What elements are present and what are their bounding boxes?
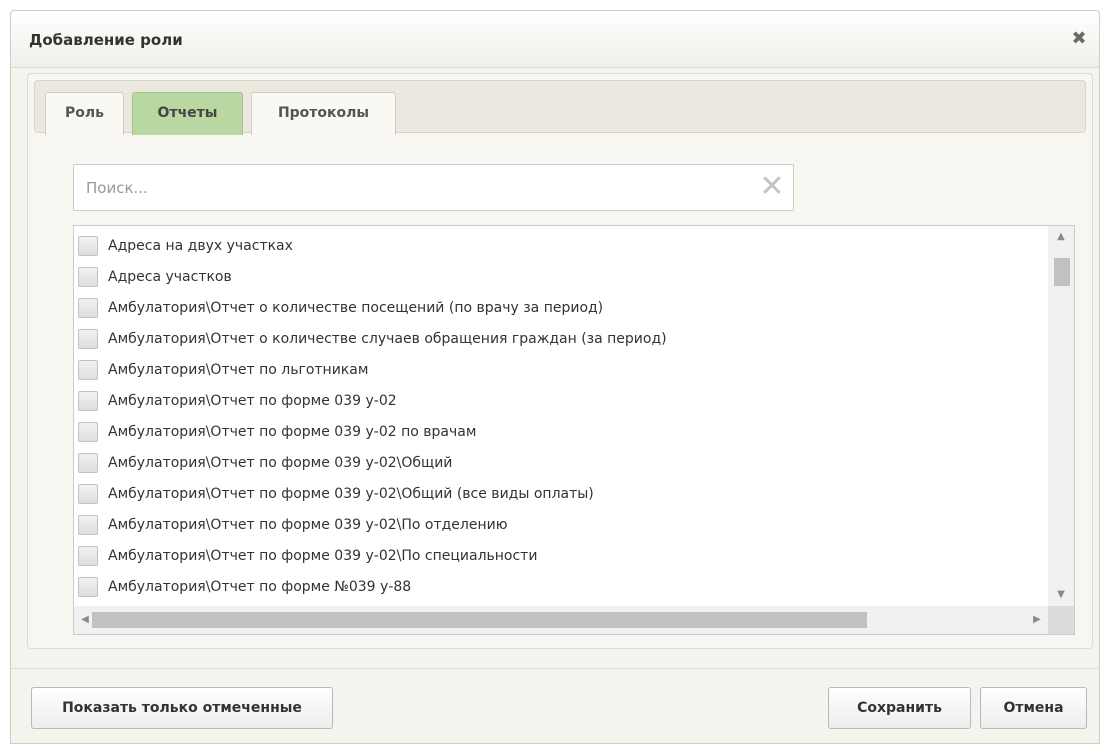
report-list-item[interactable]: Амбулатория\Отчет по форме 039 у-02 (74, 385, 1048, 416)
report-list-item[interactable]: Амбулатория\Отчет по форме 039 у-02 по в… (74, 416, 1048, 447)
report-checkbox[interactable] (78, 266, 98, 287)
report-list-item[interactable]: Адреса участков (74, 261, 1048, 292)
report-label: Амбулатория\Отчет о количестве случаев о… (108, 330, 667, 347)
report-label: Амбулатория\Отчет по форме №039 у-88 (108, 578, 412, 595)
scroll-up-icon[interactable]: ▲ (1048, 228, 1074, 246)
cancel-button[interactable]: Отмена (980, 687, 1087, 729)
tab-role[interactable]: Роль (45, 92, 124, 135)
report-checkbox[interactable] (78, 514, 98, 535)
scroll-down-icon[interactable]: ▼ (1048, 586, 1074, 604)
report-label: Амбулатория\Отчет по форме 039 у-02 (108, 392, 397, 409)
search-input[interactable] (74, 165, 754, 210)
report-list-item[interactable]: Амбулатория\Отчет по форме 039 у-02\По с… (74, 540, 1048, 571)
dialog-title: Добавление роли (29, 31, 183, 49)
report-list-item[interactable]: Амбулатория\Отчет о количестве посещений… (74, 292, 1048, 323)
report-label: Амбулатория\Отчет по форме 039 у-02\Общи… (108, 485, 594, 502)
report-checkbox[interactable] (78, 328, 98, 349)
vertical-scrollbar[interactable]: ▲ ▼ (1048, 226, 1074, 606)
tab-reports[interactable]: Отчеты (132, 92, 243, 135)
report-list-item[interactable]: Амбулатория\Отчет по форме 039 у-02\Общи… (74, 447, 1048, 478)
close-icon[interactable]: ✖ (1069, 29, 1089, 49)
report-label: Адреса на двух участках (108, 237, 293, 254)
reports-list-box: Адреса на двух участках Адреса участков Ам… (73, 225, 1075, 635)
report-label: Амбулатория\Отчет по форме 039 у-02 по в… (108, 423, 477, 440)
report-list-item[interactable]: Амбулатория\Отчет по льготникам (74, 354, 1048, 385)
report-list-item[interactable]: Амбулатория\Отчет по форме №039 у-88 (74, 571, 1048, 602)
report-list-item[interactable]: Адреса на двух участках (74, 230, 1048, 261)
tab-protocols[interactable]: Протоколы (251, 92, 396, 135)
add-role-dialog: Добавление роли ✖ Роль Отчеты Протоколы … (10, 10, 1100, 744)
scrollbar-corner (1048, 606, 1074, 634)
report-list-item[interactable]: Амбулатория\Отчет по форме 039 у-02\Общи… (74, 478, 1048, 509)
report-checkbox[interactable] (78, 390, 98, 411)
footer-divider (11, 668, 1099, 669)
horizontal-scrollbar[interactable]: ◀ ▶ (74, 606, 1048, 634)
tab-bar: Роль Отчеты Протоколы (34, 80, 1086, 135)
report-checkbox[interactable] (78, 576, 98, 597)
reports-list: Адреса на двух участках Адреса участков Ам… (74, 226, 1048, 606)
vertical-scroll-thumb[interactable] (1054, 258, 1070, 286)
report-label: Амбулатория\Отчет о количестве посещений… (108, 299, 604, 316)
report-label: Амбулатория\Отчет по форме 039 у-02\Общи… (108, 454, 453, 471)
report-checkbox[interactable] (78, 483, 98, 504)
report-label: Амбулатория\Отчет по форме 039 у-02\По с… (108, 547, 538, 564)
report-label: Амбулатория\Отчет по льготникам (108, 361, 369, 378)
report-label: Амбулатория\Отчет по форме 039 у-02\По о… (108, 516, 508, 533)
horizontal-scroll-thumb[interactable] (92, 612, 867, 628)
show-only-checked-button[interactable]: Показать только отмеченные (31, 687, 333, 729)
dialog-titlebar: Добавление роли ✖ (11, 11, 1099, 68)
scroll-right-icon[interactable]: ▶ (1028, 606, 1046, 634)
report-checkbox[interactable] (78, 421, 98, 442)
content-panel: Роль Отчеты Протоколы ✕ Адреса на двух у… (27, 73, 1093, 649)
report-checkbox[interactable] (78, 452, 98, 473)
report-label: Адреса участков (108, 268, 232, 285)
report-checkbox[interactable] (78, 235, 98, 256)
report-checkbox[interactable] (78, 359, 98, 380)
report-list-item[interactable]: Амбулатория\Отчет о количестве случаев о… (74, 323, 1048, 354)
report-checkbox[interactable] (78, 297, 98, 318)
report-checkbox[interactable] (78, 545, 98, 566)
search-box: ✕ (73, 164, 794, 211)
report-list-item[interactable]: Амбулатория\Отчет по форме 039 у-02\По о… (74, 509, 1048, 540)
clear-search-icon[interactable]: ✕ (757, 171, 787, 203)
save-button[interactable]: Сохранить (828, 687, 971, 729)
